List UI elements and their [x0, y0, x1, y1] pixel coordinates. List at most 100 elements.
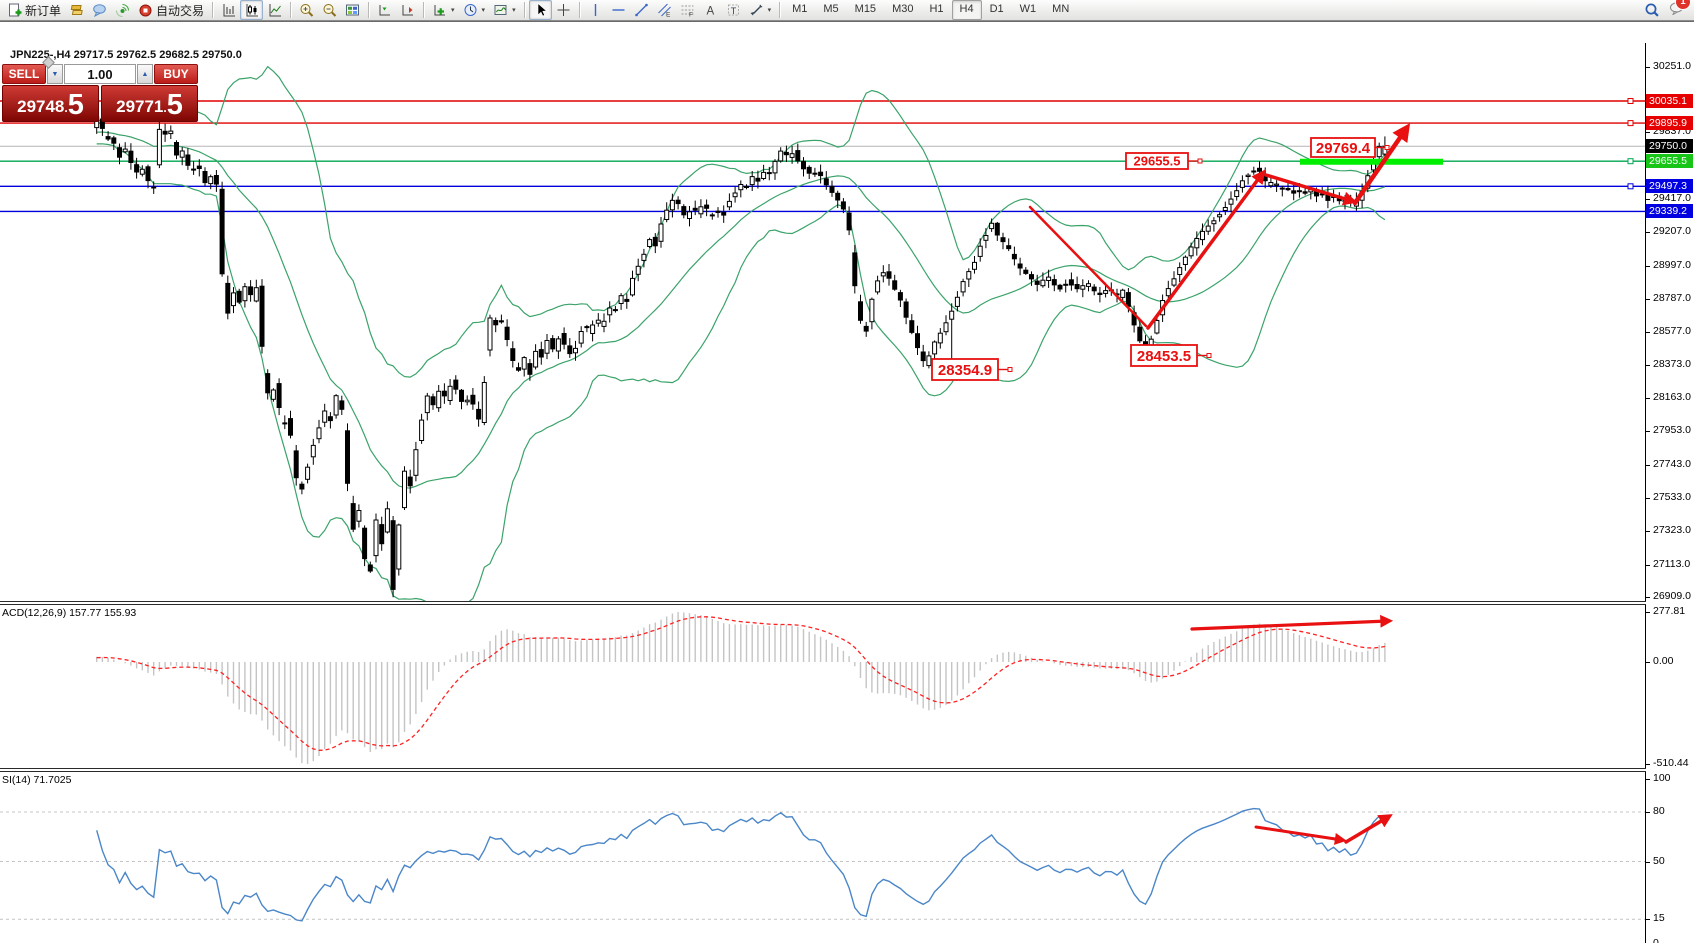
horizontal-line-button[interactable] [607, 0, 630, 20]
buy-price-pip: 5 [167, 91, 183, 120]
macd-pane[interactable] [0, 605, 1646, 768]
bollinger-bands[interactable] [97, 67, 1385, 601]
price-tick-label: 30251.0 [1653, 60, 1691, 72]
periods-button[interactable]: ▾ [459, 0, 490, 20]
volume-up-button[interactable]: ▲ [137, 64, 153, 84]
axis-tick [1646, 662, 1650, 663]
line-handle[interactable] [1628, 159, 1633, 164]
price-level-badge: 29339.2 [1646, 204, 1693, 218]
auto-scroll-button[interactable] [396, 0, 419, 20]
tile-windows-button[interactable] [341, 0, 364, 20]
timeframe-m30-button[interactable]: M30 [884, 0, 921, 20]
sell-price-pip: 5 [68, 91, 84, 120]
rsi-line[interactable] [97, 809, 1385, 921]
text-label-button[interactable]: T [722, 0, 745, 20]
rsi-pane[interactable] [0, 772, 1646, 943]
vertical-line-icon [588, 3, 603, 17]
bar-chart-button[interactable] [217, 0, 240, 20]
svg-text:28453.5: 28453.5 [1137, 348, 1191, 365]
signals-button[interactable] [111, 0, 134, 20]
chart-shift-button[interactable] [373, 0, 396, 20]
line-chart-button[interactable] [263, 0, 286, 20]
equidistant-channel-button[interactable]: E [653, 0, 676, 20]
timeframe-h1-button[interactable]: H1 [921, 0, 951, 20]
main-chart-pane[interactable]: 29655.529769.428453.528354.9 [0, 43, 1646, 601]
svg-text:28354.9: 28354.9 [938, 362, 992, 379]
new-order-button[interactable]: 新订单 [3, 0, 65, 20]
timeframe-w1-button[interactable]: W1 [1012, 0, 1045, 20]
timeframe-m5-button[interactable]: M5 [815, 0, 846, 20]
gold-button[interactable] [65, 0, 88, 20]
indicators-button[interactable]: ▾ [428, 0, 459, 20]
auto-trading-icon [138, 3, 153, 17]
pane-separator[interactable] [0, 768, 1646, 772]
axis-tick [1646, 919, 1650, 920]
price-level-badge: 29497.3 [1646, 179, 1693, 193]
rsi-indicator-label: SI(14) 71.7025 [2, 774, 71, 786]
trendline-button[interactable] [630, 0, 653, 20]
macd-axis-label: 277.81 [1653, 605, 1685, 617]
horizontal-level-lines[interactable] [0, 101, 1645, 211]
price-axis[interactable]: 30251.029837.029627.029417.029207.028997… [1645, 43, 1694, 943]
line-handle[interactable] [1628, 184, 1633, 189]
shapes-button[interactable]: ▾ [745, 0, 776, 20]
timeframe-m15-button[interactable]: M15 [847, 0, 884, 20]
axis-tick [1646, 299, 1650, 300]
axis-tick [1646, 465, 1650, 466]
toolbar-separator [779, 2, 780, 18]
pane-separator[interactable] [0, 601, 1646, 605]
community-chat-button[interactable] [88, 0, 111, 20]
vertical-line-button[interactable] [584, 0, 607, 20]
macd-histogram[interactable] [97, 612, 1385, 764]
auto-trading-button[interactable]: 自动交易 [134, 0, 208, 20]
notifications-button[interactable]: 1 [1669, 1, 1684, 20]
price-tick-label: 27533.0 [1653, 491, 1691, 503]
candlestick-chart-button[interactable] [240, 0, 263, 20]
chart-shift-icon [377, 3, 392, 17]
macd-axis-label: 0.00 [1653, 655, 1673, 667]
line-handle[interactable] [1628, 99, 1633, 104]
equidistant-channel-icon: E [657, 3, 672, 17]
line-handle[interactable] [1628, 121, 1633, 126]
axis-tick [1646, 398, 1650, 399]
svg-text:T: T [730, 6, 736, 16]
red-annotation-arrows[interactable] [1256, 817, 1388, 842]
axis-tick [1646, 779, 1650, 780]
sell-price-main: 29748 [17, 94, 64, 120]
red-annotation-arrows[interactable] [1192, 621, 1388, 629]
axis-tick [1646, 266, 1650, 267]
sell-price[interactable]: 29748.5 [2, 85, 99, 122]
axis-tick [1646, 132, 1650, 133]
zoom-out-button[interactable] [318, 0, 341, 20]
axis-tick [1646, 498, 1650, 499]
cursor-button[interactable] [529, 0, 552, 20]
timeframe-mn-button[interactable]: MN [1044, 0, 1077, 20]
crosshair-button[interactable] [552, 0, 575, 20]
axis-tick [1646, 612, 1650, 613]
rsi-axis-label: 0 [1653, 937, 1659, 943]
timeframe-m1-button[interactable]: M1 [784, 0, 815, 20]
arrows-tool-button[interactable]: A [699, 0, 722, 20]
timeframe-h4-button[interactable]: H4 [952, 0, 982, 20]
rsi-axis-label: 80 [1653, 805, 1665, 817]
buy-button[interactable]: BUY [154, 64, 198, 84]
price-tick-label: 28997.0 [1653, 259, 1691, 271]
fibonacci-button[interactable]: F [676, 0, 699, 20]
mt4-window: 新订单自动交易▾▾▾EFAT▾M1M5M15M30H1H4D1W1MN1 296… [0, 0, 1694, 943]
search-icon[interactable] [1644, 3, 1659, 17]
templates-button[interactable]: ▾ [489, 0, 520, 20]
price-tick-label: 29207.0 [1653, 225, 1691, 237]
price-level-badge: 29895.9 [1646, 116, 1693, 130]
zoom-in-button[interactable] [295, 0, 318, 20]
shapes-icon [749, 3, 764, 17]
axis-tick [1646, 332, 1650, 333]
volume-input[interactable] [64, 64, 136, 84]
sell-button[interactable]: SELL [2, 64, 46, 84]
timeframe-d1-button[interactable]: D1 [982, 0, 1012, 20]
price-annotation-boxes[interactable]: 29655.529769.428453.528354.9 [932, 138, 1389, 380]
buy-price[interactable]: 29771.5 [101, 85, 198, 122]
auto-trading-label: 自动交易 [156, 2, 204, 19]
macd-axis-label: -510.44 [1653, 757, 1689, 769]
toolbar: 新订单自动交易▾▾▾EFAT▾M1M5M15M30H1H4D1W1MN1 [0, 0, 1694, 21]
cursor-icon [533, 3, 548, 17]
